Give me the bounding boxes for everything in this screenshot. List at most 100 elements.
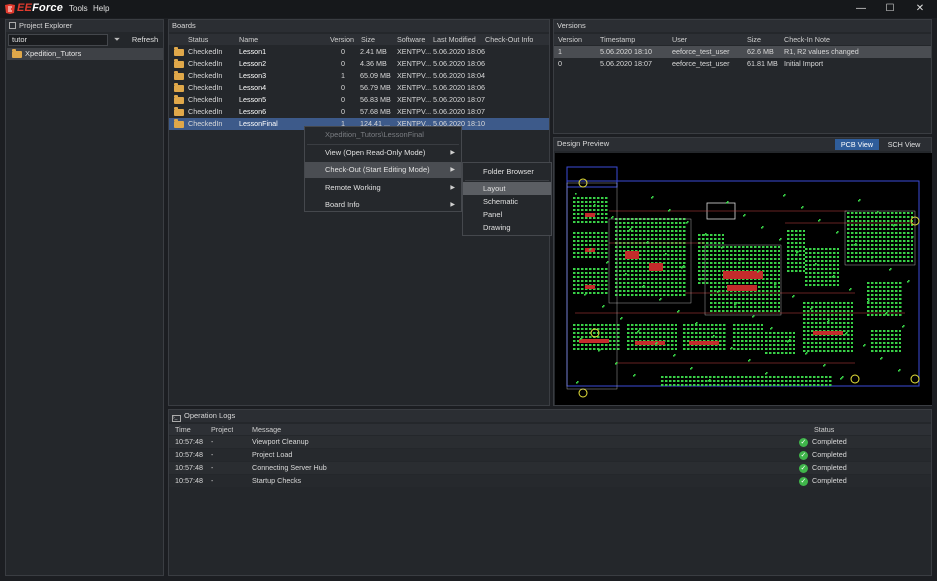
- log-cell-message: Startup Checks: [252, 476, 302, 485]
- log-cell-status: Completed: [812, 437, 847, 446]
- submenu-schematic[interactable]: Schematic: [463, 195, 551, 208]
- version-cell-user: eeforce_test_user: [672, 47, 730, 56]
- folder-icon: [12, 48, 22, 58]
- board-cell-software: XENTPV...: [397, 95, 432, 104]
- versions-table-header: Version Timestamp User Size Check-In Not…: [554, 34, 931, 45]
- menu-item-view-read-only[interactable]: View (Open Read-Only Mode) ▶: [305, 145, 461, 161]
- version-cell-version: 1: [558, 47, 562, 56]
- board-cell-status: CheckedIn: [188, 95, 223, 104]
- col-project[interactable]: Project: [211, 424, 233, 435]
- folder-icon: [174, 70, 184, 80]
- board-cell-modified: 5.06.2020 18:04: [433, 71, 485, 80]
- version-cell-timestamp: 5.06.2020 18:10: [600, 47, 652, 56]
- filter-icon[interactable]: ⏷: [110, 34, 124, 46]
- board-cell-status: CheckedIn: [188, 107, 223, 116]
- divider: [465, 180, 549, 181]
- board-cell-size: 57.68 MB: [360, 107, 391, 116]
- menu-tools[interactable]: Tools: [69, 4, 88, 13]
- board-cell-modified: 5.06.2020 18:06: [433, 83, 485, 92]
- operation-logs-title: Operation Logs: [184, 411, 236, 420]
- board-row[interactable]: CheckedIn Lesson4 0 56.79 MB XENTPV... 5.06.2…: [169, 82, 549, 94]
- log-row[interactable]: 10:57:48- Startup Checks Completed: [169, 475, 931, 488]
- log-row[interactable]: 10:57:48- Connecting Server Hub Completed: [169, 462, 931, 475]
- col-timestamp[interactable]: Timestamp: [600, 34, 635, 45]
- log-cell-project: -: [211, 476, 214, 485]
- board-row[interactable]: CheckedIn Lesson1 0 2.41 MB XENTPV... 5.06.20…: [169, 46, 549, 58]
- check-circle-icon: [799, 463, 808, 475]
- col-version[interactable]: Version: [330, 34, 354, 45]
- board-cell-name: Lesson1: [239, 47, 267, 56]
- board-cell-version: 0: [341, 83, 345, 92]
- col-size[interactable]: Size: [361, 34, 375, 45]
- col-checkin-note[interactable]: Check-In Note: [784, 34, 830, 45]
- col-message[interactable]: Message: [252, 424, 281, 435]
- log-cell-project: -: [211, 463, 214, 472]
- title-bar: EEForce Tools Help — ☐ ✕: [0, 0, 937, 18]
- close-button[interactable]: ✕: [907, 2, 933, 16]
- col-software[interactable]: Software: [397, 34, 425, 45]
- board-row[interactable]: CheckedIn Lesson6 0 57.68 MB XENTPV... 5.06.2…: [169, 106, 549, 118]
- board-row[interactable]: CheckedIn Lesson5 0 56.83 MB XENTPV... 5.06.2…: [169, 94, 549, 106]
- minimize-button[interactable]: —: [848, 2, 874, 16]
- board-cell-status: CheckedIn: [188, 83, 223, 92]
- col-user[interactable]: User: [672, 34, 687, 45]
- menu-item-board-info[interactable]: Board Info ▶: [305, 197, 461, 213]
- board-cell-size: 65.09 MB: [360, 71, 391, 80]
- col-last-modified[interactable]: Last Modified: [433, 34, 476, 45]
- col-checkout-info[interactable]: Check-Out Info: [485, 34, 533, 45]
- version-row[interactable]: 1 5.06.2020 18:10 eeforce_test_user 62.6 MB…: [554, 46, 931, 58]
- folder-icon: [174, 118, 184, 128]
- submenu-drawing[interactable]: Drawing: [463, 221, 551, 234]
- project-explorer-header: Project Explorer: [6, 20, 163, 32]
- col-status[interactable]: Status: [188, 34, 208, 45]
- submenu-folder-browser[interactable]: Folder Browser: [463, 165, 551, 178]
- log-cell-time: 10:57:48: [175, 437, 203, 446]
- col-time[interactable]: Time: [175, 424, 191, 435]
- version-row[interactable]: 0 5.06.2020 18:07 eeforce_test_user 61.81 M…: [554, 58, 931, 70]
- folder-icon: [174, 58, 184, 68]
- menu-item-checkout[interactable]: Check-Out (Start Editing Mode) ▶: [305, 162, 461, 178]
- boards-title: Boards: [169, 20, 549, 32]
- menu-item-label: Remote Working: [325, 183, 381, 192]
- log-cell-status: Completed: [812, 463, 847, 472]
- log-cell-message: Project Load: [252, 450, 293, 459]
- board-cell-name: Lesson3: [239, 71, 267, 80]
- col-version[interactable]: Version: [558, 34, 582, 45]
- board-cell-version: 1: [341, 71, 345, 80]
- log-cell-time: 10:57:48: [175, 450, 203, 459]
- log-row[interactable]: 10:57:48- Project Load Completed: [169, 449, 931, 462]
- board-cell-status: CheckedIn: [188, 47, 223, 56]
- tab-sch-view[interactable]: SCH View: [882, 139, 926, 150]
- version-cell-note: R1, R2 values changed: [784, 47, 859, 56]
- log-cell-time: 10:57:48: [175, 476, 203, 485]
- version-cell-user: eeforce_test_user: [672, 59, 730, 68]
- board-cell-software: XENTPV...: [397, 71, 432, 80]
- logo-text-force: Force: [32, 2, 64, 14]
- board-row[interactable]: CheckedIn Lesson3 1 65.09 MB XENTPV... 5.06.2…: [169, 70, 549, 82]
- project-search-input[interactable]: tutor: [8, 34, 108, 46]
- menu-item-remote-working[interactable]: Remote Working ▶: [305, 180, 461, 196]
- versions-title: Versions: [554, 20, 931, 32]
- col-status[interactable]: Status: [814, 424, 834, 435]
- board-cell-software: XENTPV...: [397, 83, 432, 92]
- pcb-canvas[interactable]: [555, 153, 932, 405]
- operation-logs-header: ›_ Operation Logs: [169, 410, 931, 422]
- submenu-panel[interactable]: Panel: [463, 208, 551, 221]
- menu-help[interactable]: Help: [93, 4, 109, 13]
- tab-pcb-view[interactable]: PCB View: [835, 139, 879, 150]
- board-cell-name: Lesson5: [239, 95, 267, 104]
- maximize-button[interactable]: ☐: [877, 2, 903, 16]
- chevron-right-icon: ▶: [450, 185, 455, 191]
- board-cell-status: CheckedIn: [188, 71, 223, 80]
- refresh-button[interactable]: Refresh: [128, 34, 162, 46]
- submenu-layout[interactable]: Layout: [463, 182, 551, 195]
- log-row[interactable]: 10:57:48- Viewport Cleanup Completed: [169, 436, 931, 449]
- col-size[interactable]: Size: [747, 34, 761, 45]
- board-cell-size: 2.41 MB: [360, 47, 387, 56]
- explorer-item[interactable]: Xpedition_Tutors: [7, 48, 163, 60]
- board-cell-version: 0: [341, 59, 345, 68]
- col-name[interactable]: Name: [239, 34, 258, 45]
- context-menu-header: Xpedition_Tutors\LessonFinal: [325, 130, 424, 139]
- board-row[interactable]: CheckedIn Lesson2 0 4.36 MB XENTPV... 5.06.20…: [169, 58, 549, 70]
- log-cell-message: Viewport Cleanup: [252, 437, 309, 446]
